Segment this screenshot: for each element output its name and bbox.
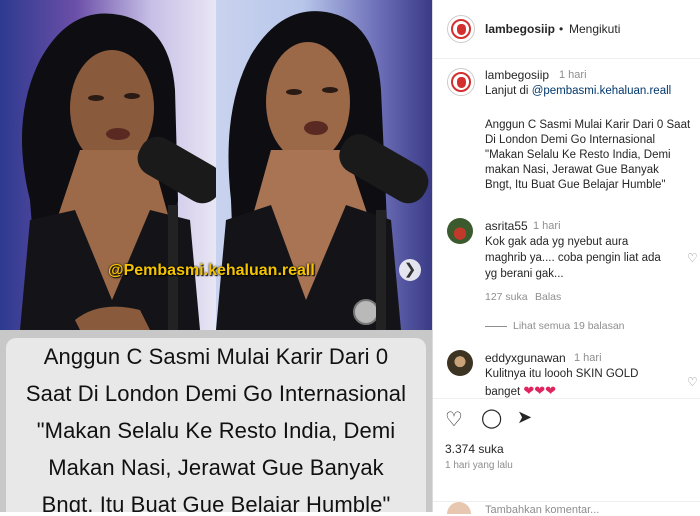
comment-time: 1 hari [574, 352, 602, 364]
comment-text-line: yg berani gak... [485, 268, 564, 280]
comment-time: 1 hari [559, 69, 587, 81]
owner-comment-line: Di London Demi Go Internasional [485, 134, 656, 146]
header-separator: • [559, 22, 564, 36]
comment-username[interactable]: eddyxgunawan [485, 351, 566, 365]
avatar[interactable] [447, 218, 473, 244]
emoji-icon[interactable] [447, 502, 471, 514]
avatar[interactable] [447, 350, 473, 376]
reply-button[interactable]: Balas [535, 291, 561, 303]
post-caption-panel: Anggun C Sasmi Mulai Karir Dari 0 Saat D… [0, 330, 432, 512]
owner-comment-line: makan Nasi, Jerawat Gue Banyak [485, 164, 659, 176]
caption-line: Bngt, Itu Buat Gue Belajar Humble" [41, 492, 391, 512]
comment-time: 1 hari [533, 220, 561, 232]
caption-line: Saat Di London Demi Go Internasional [25, 381, 407, 406]
post-photo-left [0, 0, 216, 330]
replies-divider [485, 326, 507, 327]
owner-comment-line: Anggun C Sasmi Mulai Karir Dari 0 Saat [485, 119, 691, 131]
caption-line: Anggun C Sasmi Mulai Karir Dari 0 [43, 344, 389, 369]
comment-username[interactable]: lambegosiip [485, 68, 549, 82]
like-heart-icon[interactable]: ♡ [445, 407, 463, 432]
comment-bubble-icon[interactable]: ◯ [481, 407, 502, 430]
post-sidebar: lambegosiip • Mengikuti lambegosiip 1 ha… [432, 0, 700, 516]
comment-text-line: Kok gak ada yg nyebut aura [485, 236, 629, 248]
owner-comment-line: "Makan Selalu Ke Resto India, Demi [485, 149, 671, 161]
mention-link[interactable]: @pembasmi.kehaluan.reall [532, 85, 672, 97]
owner-comment-line1: Lanjut di @pembasmi.kehaluan.reall [485, 84, 671, 99]
add-comment-input[interactable]: Tambahkan komentar... [485, 504, 599, 516]
add-comment-bar: Tambahkan komentar... [433, 501, 700, 516]
caption-line: "Makan Selalu Ke Resto India, Demi [36, 418, 396, 443]
owner-comment-line: Bngt, Itu Buat Gue Belajar Humble" [485, 179, 666, 191]
owner-comment-prefix: Lanjut di [485, 85, 532, 97]
header-username[interactable]: lambegosiip [485, 22, 555, 36]
avatar[interactable] [447, 15, 475, 43]
like-comment-heart-icon[interactable]: ♡ [687, 251, 698, 265]
caption-line: Makan Nasi, Jerawat Gue Banyak [48, 455, 384, 480]
red-heart-emoji-icon: ❤❤❤ [523, 383, 557, 398]
comment-username[interactable]: asrita55 [485, 219, 528, 233]
action-bar: ♡ ◯ ➤ 3.374 suka 1 hari yang lalu Tambah… [433, 398, 700, 516]
post-media[interactable]: @Pembasmi.kehaluan.reall ❯ Anggun C Sasm… [0, 0, 432, 512]
comment-text-line: maghrib ya.... coba pengin liat ada [485, 252, 661, 264]
post-watermark: @Pembasmi.kehaluan.reall [108, 262, 315, 279]
follow-status-button[interactable]: Mengikuti [569, 22, 620, 36]
post-header: lambegosiip • Mengikuti [433, 0, 700, 59]
comment-likes[interactable]: 127 suka [485, 291, 528, 303]
share-paper-plane-icon[interactable]: ➤ [517, 407, 532, 428]
next-slide-icon[interactable]: ❯ [399, 259, 421, 281]
view-replies-button[interactable]: Lihat semua 19 balasan [513, 320, 625, 332]
avatar[interactable] [447, 68, 475, 96]
post-photo-right [216, 0, 432, 330]
comment-text: banget [485, 386, 521, 398]
like-comment-heart-icon[interactable]: ♡ [687, 375, 698, 389]
post-likes-count[interactable]: 3.374 suka [445, 442, 504, 456]
comment-text-line: Kulitnya itu loooh SKIN GOLD [485, 368, 639, 380]
post-date: 1 hari yang lalu [445, 460, 513, 471]
